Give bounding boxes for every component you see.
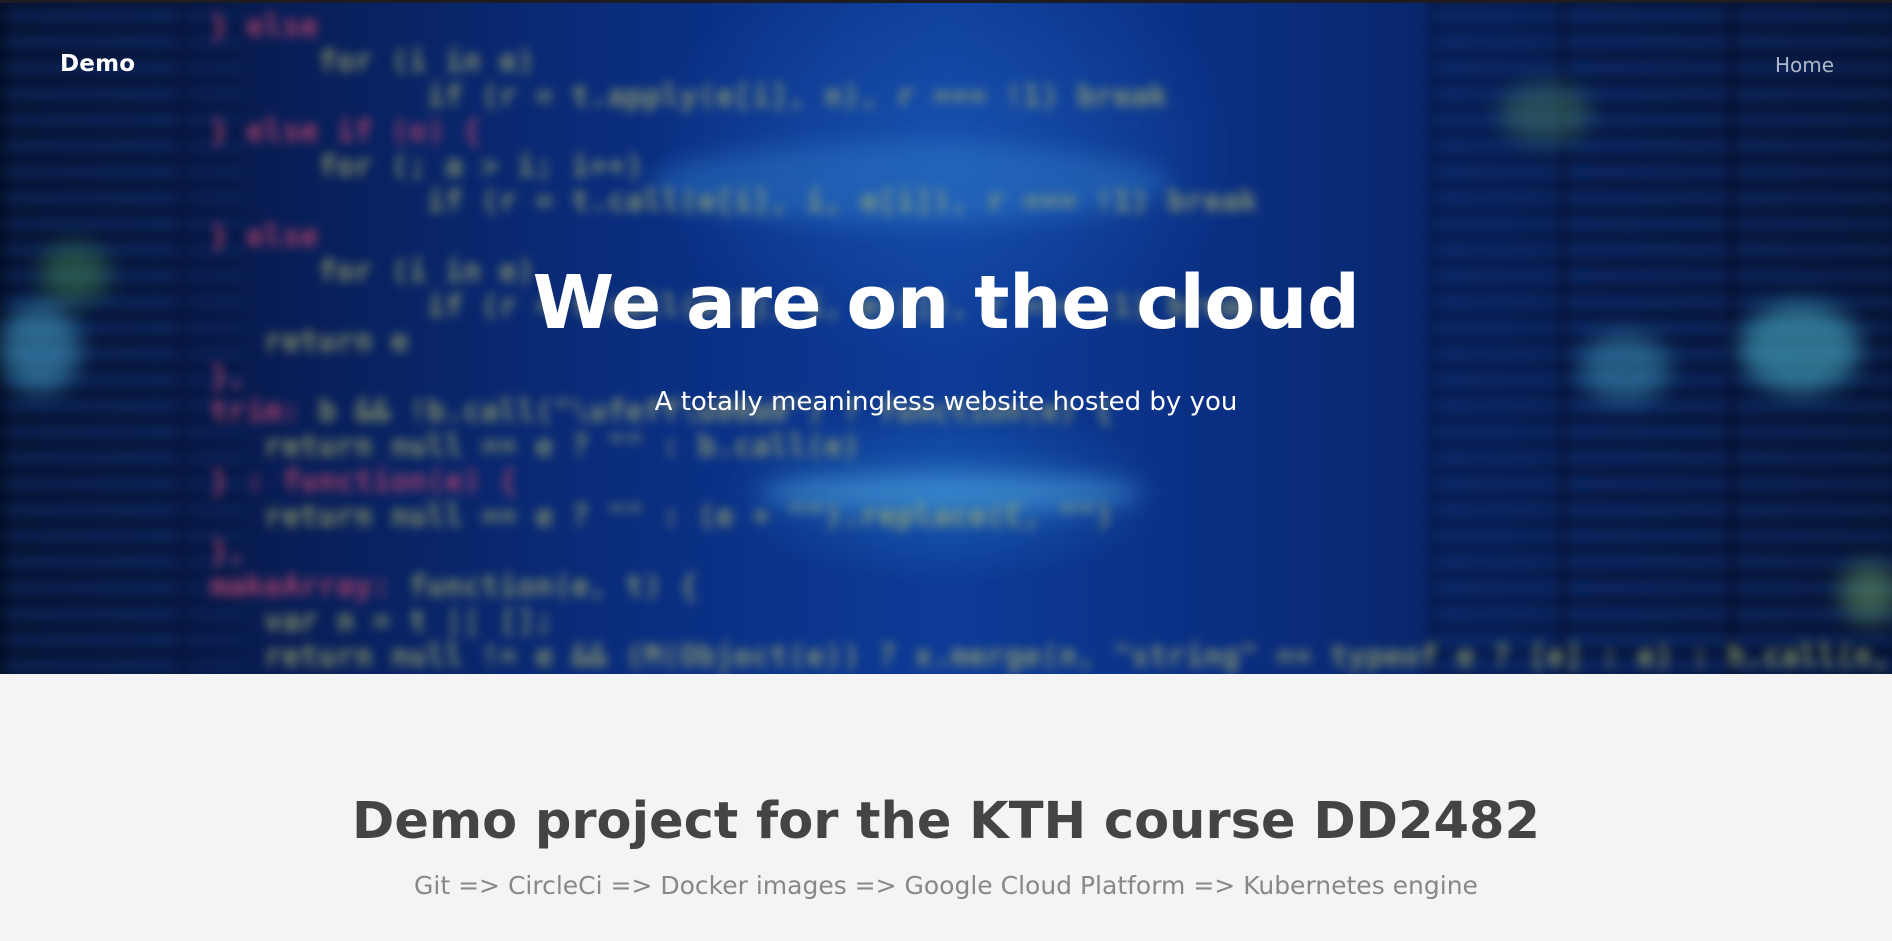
brand-link[interactable]: Demo	[60, 51, 135, 77]
nav-link-home[interactable]: Home	[1775, 53, 1834, 77]
hero-title: We are on the cloud	[532, 260, 1360, 346]
section-title: Demo project for the KTH course DD2482	[352, 792, 1540, 851]
section-subtitle: Git => CircleCi => Docker images => Goog…	[414, 871, 1478, 900]
navbar: Demo Home	[0, 3, 1892, 123]
hero-subtitle: A totally meaningless website hosted by …	[654, 387, 1238, 417]
intro-section: Demo project for the KTH course DD2482 G…	[0, 674, 1892, 941]
